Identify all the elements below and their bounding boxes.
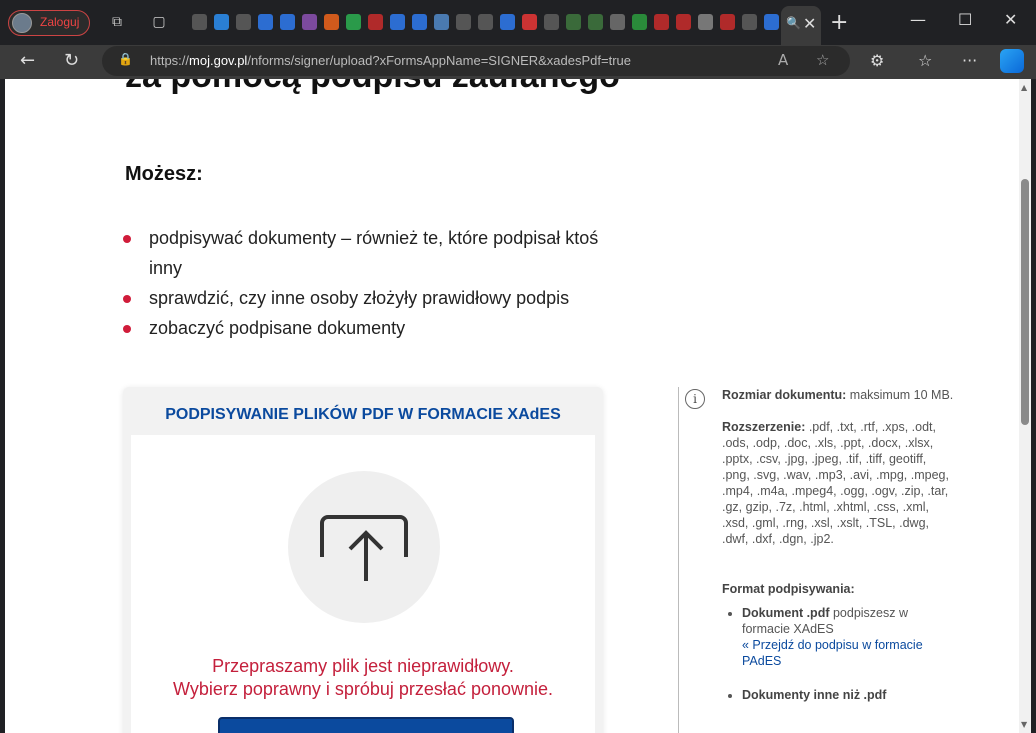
avatar	[12, 13, 32, 33]
info-icon: i	[685, 389, 705, 409]
tab-favicon[interactable]	[412, 14, 427, 30]
tab-actions-icon[interactable]: ▢	[150, 13, 168, 31]
upload-area[interactable]: Przepraszamy plik jest nieprawidłowy. Wy…	[131, 435, 595, 733]
tab-favicon[interactable]	[676, 14, 691, 30]
tab-favicon[interactable]	[280, 14, 295, 30]
tab-favicon[interactable]	[214, 14, 229, 30]
url-text[interactable]: https://moj.gov.pl/nforms/signer/upload?…	[150, 53, 631, 68]
tab-favicon[interactable]	[478, 14, 493, 30]
tab-favicon[interactable]	[390, 14, 405, 30]
document-size-info: Rozmiar dokumentu: maksimum 10 MB.	[722, 388, 954, 402]
upload-card: PODPISYWANIE PLIKÓW PDF W FORMACIE XAdES…	[123, 387, 603, 733]
tab-favicon[interactable]	[456, 14, 471, 30]
upload-card-title: PODPISYWANIE PLIKÓW PDF W FORMACIE XAdES	[165, 406, 561, 423]
tab-favicon[interactable]	[764, 14, 779, 30]
upload-icon[interactable]	[288, 471, 440, 623]
list-item: sprawdzić, czy inne osoby złożyły prawid…	[123, 283, 603, 313]
favorites-icon[interactable]: ☆	[918, 51, 932, 70]
scrollbar[interactable]: ▲ ▼	[1019, 79, 1031, 733]
profile-button[interactable]: Zaloguj	[8, 10, 90, 36]
search-icon: 🔍	[786, 16, 801, 30]
tab-favicon[interactable]	[346, 14, 361, 30]
refresh-icon[interactable]: ↻	[64, 50, 79, 71]
tab-favicon[interactable]	[566, 14, 581, 30]
pades-link[interactable]: « Przejdź do podpisu w formacie PAdES	[742, 638, 923, 668]
list-item: zobaczyć podpisane dokumenty	[123, 313, 603, 343]
workspaces-icon[interactable]: ⧉	[108, 13, 126, 31]
active-tab[interactable]: 🔍 ✕	[781, 6, 821, 45]
copilot-icon[interactable]	[1000, 49, 1024, 73]
tab-favicon[interactable]	[698, 14, 713, 30]
list-item: podpisywać dokumenty – również te, które…	[123, 223, 603, 283]
page-title: za pomocą podpisu zaufanego	[125, 79, 620, 96]
tab-favicon[interactable]	[236, 14, 251, 30]
tab-favicon[interactable]	[654, 14, 669, 30]
lock-icon[interactable]: 🔒	[118, 52, 133, 66]
bullet-icon	[123, 295, 131, 303]
read-aloud-icon[interactable]: A	[778, 51, 788, 69]
info-sidebar: Rozmiar dokumentu: maksimum 10 MB. Rozsz…	[722, 387, 957, 721]
scroll-up-icon[interactable]: ▲	[1021, 83, 1027, 92]
tab-favicon[interactable]	[720, 14, 735, 30]
list-item: Dokumenty inne niż .pdf	[742, 687, 957, 703]
tab-favicon[interactable]	[544, 14, 559, 30]
tab-favicon[interactable]	[302, 14, 317, 30]
tab-favicon[interactable]	[742, 14, 757, 30]
list-item: Dokument .pdf podpiszesz w formacie XAdE…	[742, 605, 957, 669]
format-info: Format podpisywania: Dokument .pdf podpi…	[722, 581, 957, 703]
tab-favicon[interactable]	[588, 14, 603, 30]
bullet-icon	[123, 325, 131, 333]
error-message: Przepraszamy plik jest nieprawidłowy. Wy…	[172, 656, 554, 699]
scrollbar-thumb[interactable]	[1021, 179, 1029, 425]
address-bar-row: ← ↻ 🔒 https://moj.gov.pl/nforms/signer/u…	[0, 45, 1036, 79]
feature-list: podpisywać dokumenty – również te, które…	[123, 223, 603, 343]
tab-favicon[interactable]	[500, 14, 515, 30]
divider	[678, 387, 679, 733]
tab-favicon[interactable]	[610, 14, 625, 30]
close-window-icon[interactable]: ✕	[1004, 10, 1017, 29]
extensions-icon[interactable]: ⚙	[870, 51, 884, 70]
more-menu-icon[interactable]: ···	[962, 51, 977, 70]
new-tab-icon[interactable]: +	[830, 10, 848, 35]
page-viewport: za pomocą podpisu zaufanego Możesz: podp…	[5, 79, 1031, 733]
tab-strip: Zaloguj ⧉ ▢ 🔍 ✕ + — ☐ ✕	[0, 0, 1036, 45]
back-icon[interactable]: ←	[20, 50, 35, 71]
tab-favicon[interactable]	[192, 14, 207, 30]
intro-label: Możesz:	[125, 163, 203, 185]
close-tab-icon[interactable]: ✕	[803, 14, 816, 33]
scroll-down-icon[interactable]: ▼	[1021, 720, 1027, 729]
tab-favicon[interactable]	[368, 14, 383, 30]
maximize-icon[interactable]: ☐	[958, 10, 972, 29]
url-input[interactable]: 🔒 https://moj.gov.pl/nforms/signer/uploa…	[102, 46, 850, 76]
tab-favicon[interactable]	[258, 14, 273, 30]
choose-file-button[interactable]	[218, 717, 514, 733]
tab-favicon[interactable]	[522, 14, 537, 30]
bullet-icon	[123, 235, 131, 243]
tab-favicon[interactable]	[434, 14, 449, 30]
favorite-star-icon[interactable]: ☆	[816, 51, 829, 69]
tab-favicon[interactable]	[324, 14, 339, 30]
minimize-icon[interactable]: —	[910, 10, 926, 29]
extension-info: Rozszerzenie: .pdf, .txt, .rtf, .xps, .o…	[722, 420, 949, 546]
profile-label: Zaloguj	[40, 15, 80, 29]
tab-favicon[interactable]	[632, 14, 647, 30]
